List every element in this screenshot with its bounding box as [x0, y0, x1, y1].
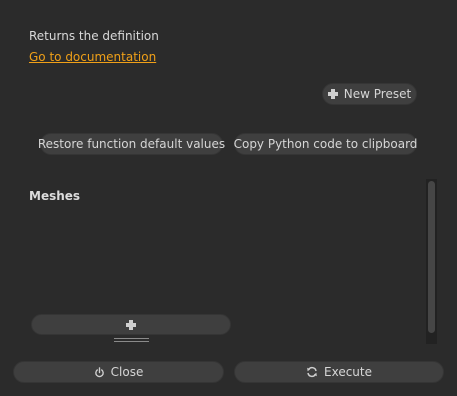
new-preset-button[interactable]: New Preset — [322, 83, 417, 105]
execute-label: Execute — [324, 365, 372, 379]
resize-handle[interactable] — [114, 338, 149, 343]
copy-python-button[interactable]: Copy Python code to clipboard — [234, 133, 417, 155]
plus-icon — [327, 89, 338, 99]
scrollbar-thumb[interactable] — [428, 181, 435, 333]
execute-button[interactable]: Execute — [234, 361, 444, 383]
add-mesh-button[interactable] — [31, 314, 231, 335]
function-dialog: Returns the definition Go to documentati… — [0, 0, 457, 396]
function-description: Returns the definition — [29, 29, 159, 43]
documentation-link[interactable]: Go to documentation — [29, 50, 156, 64]
copy-python-label: Copy Python code to clipboard — [233, 137, 418, 151]
refresh-icon — [307, 366, 317, 378]
restore-defaults-label: Restore function default values — [37, 137, 226, 151]
close-label: Close — [110, 365, 144, 379]
new-preset-label: New Preset — [343, 87, 412, 101]
scrollbar[interactable] — [426, 179, 437, 344]
power-icon — [94, 366, 104, 377]
restore-defaults-button[interactable]: Restore function default values — [37, 133, 226, 155]
plus-icon — [126, 319, 136, 330]
meshes-label: Meshes — [29, 189, 81, 203]
close-button[interactable]: Close — [13, 361, 224, 383]
